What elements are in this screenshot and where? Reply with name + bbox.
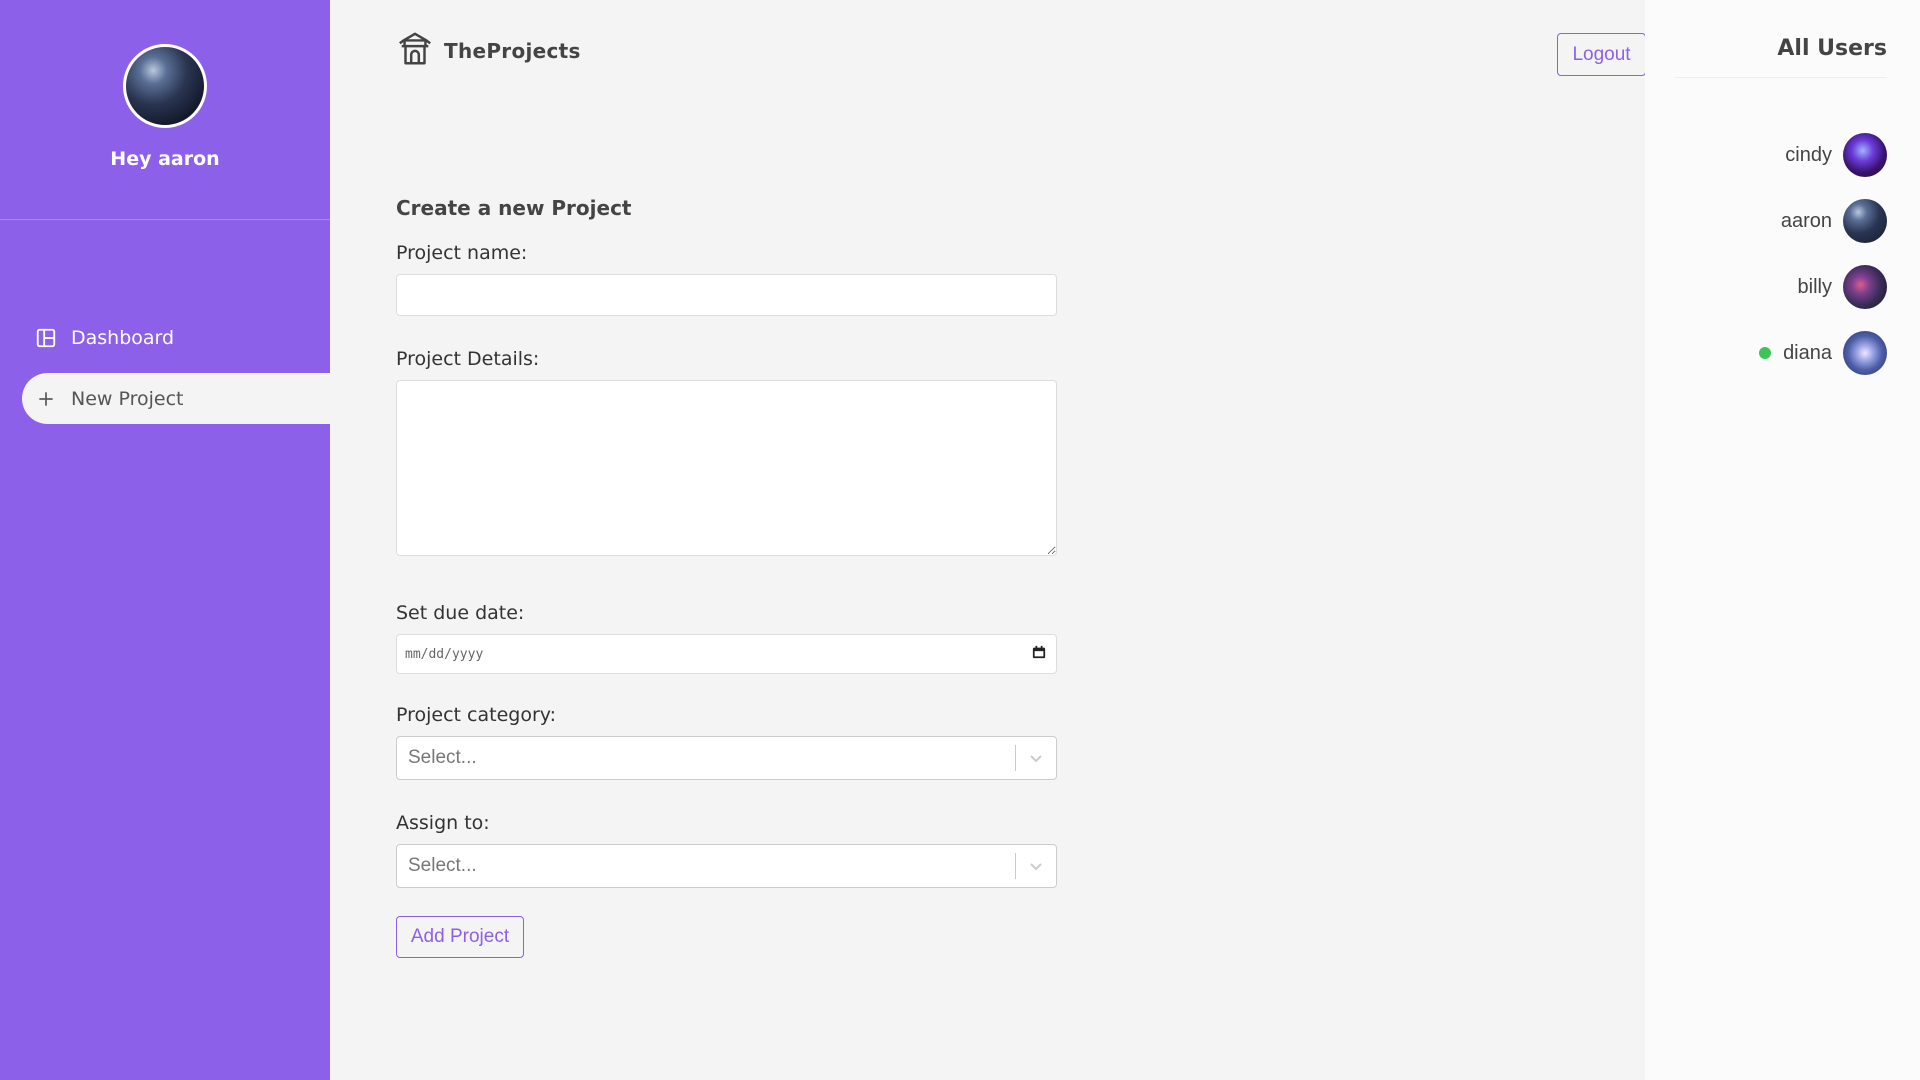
project-name-field: Project name: (396, 242, 1058, 316)
sidebar-item-label: New Project (71, 387, 184, 410)
sidebar-item-dashboard[interactable]: Dashboard (22, 312, 330, 363)
app: Hey aaron Dashboard New Project TheProje… (0, 0, 1920, 1080)
logout-button[interactable]: Logout (1557, 33, 1646, 76)
project-details-textarea[interactable] (396, 380, 1057, 556)
avatar (1843, 133, 1887, 177)
plus-icon (34, 387, 58, 411)
avatar (1843, 331, 1887, 375)
sidebar-item-new-project[interactable]: New Project (22, 373, 330, 424)
user-item-aaron[interactable]: aaron (1667, 188, 1887, 254)
brand-name: TheProjects (444, 39, 581, 63)
category-label: Project category: (396, 704, 557, 726)
temple-icon (396, 30, 434, 72)
main-content: TheProjects Logout Create a new Project … (330, 0, 1646, 1080)
assign-select[interactable]: Select... (396, 844, 1057, 888)
user-list: cindy aaron billy diana (1667, 122, 1887, 386)
chevron-down-icon[interactable] (1016, 736, 1056, 780)
category-select[interactable]: Select... (396, 736, 1057, 780)
project-name-input[interactable] (396, 274, 1057, 316)
current-user-avatar (123, 44, 207, 128)
form-title: Create a new Project (396, 196, 632, 220)
user-block: Hey aaron (0, 0, 330, 220)
users-panel-title: All Users (1777, 36, 1887, 61)
user-name: aaron (1780, 209, 1832, 232)
chevron-down-icon[interactable] (1016, 844, 1056, 888)
assign-placeholder: Select... (408, 855, 477, 876)
dashboard-icon (34, 326, 58, 350)
sidebar: Hey aaron Dashboard New Project (0, 0, 330, 1080)
due-date-input[interactable]: mm/dd/yyyy (396, 634, 1057, 674)
project-name-label: Project name: (396, 242, 528, 264)
avatar (1843, 265, 1887, 309)
user-item-cindy[interactable]: cindy (1667, 122, 1887, 188)
user-name: diana (1783, 341, 1832, 364)
user-name: cindy (1785, 143, 1832, 166)
user-name: billy (1797, 275, 1832, 298)
project-details-field: Project Details: (396, 348, 1058, 556)
greeting: Hey aaron (110, 148, 220, 170)
avatar (1843, 199, 1887, 243)
category-field: Project category: Select... (396, 704, 1058, 780)
online-status-icon (1759, 347, 1772, 359)
divider (1675, 77, 1887, 78)
logo: TheProjects (396, 30, 581, 72)
assign-field: Assign to: Select... (396, 812, 1058, 888)
sidebar-item-label: Dashboard (71, 326, 175, 349)
due-date-label: Set due date: (396, 602, 525, 624)
users-panel: All Users cindy aaron billy diana (1645, 0, 1920, 1080)
due-date-placeholder: mm/dd/yyyy (405, 646, 484, 662)
top-bar: TheProjects Logout (396, 30, 1646, 80)
add-project-button[interactable]: Add Project (396, 916, 524, 958)
category-placeholder: Select... (408, 747, 477, 768)
sidebar-nav: Dashboard New Project (22, 312, 330, 434)
project-details-label: Project Details: (396, 348, 540, 370)
user-item-diana[interactable]: diana (1667, 320, 1887, 386)
assign-label: Assign to: (396, 812, 490, 834)
new-project-form: Create a new Project Project name: Proje… (396, 196, 1058, 958)
due-date-field: Set due date: mm/dd/yyyy (396, 602, 1058, 674)
user-item-billy[interactable]: billy (1667, 254, 1887, 320)
calendar-icon[interactable] (1032, 645, 1046, 663)
